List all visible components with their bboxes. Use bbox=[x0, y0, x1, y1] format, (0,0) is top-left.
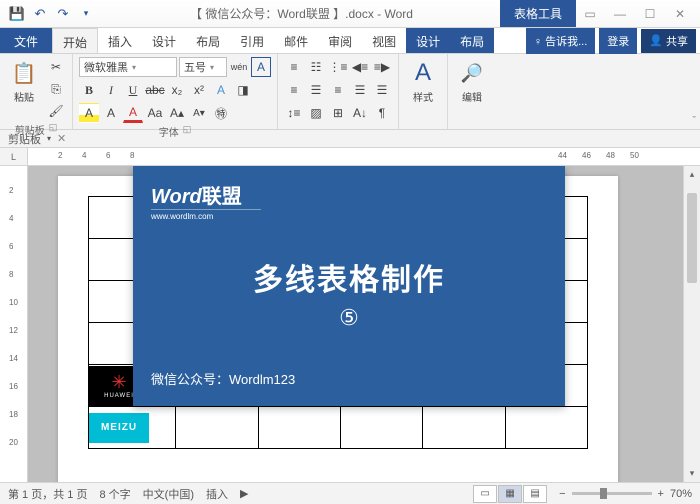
scroll-up-icon[interactable]: ▴ bbox=[684, 166, 700, 183]
styles-button[interactable]: A 样式 bbox=[405, 57, 441, 106]
status-page[interactable]: 第 1 页，共 1 页 bbox=[8, 486, 87, 502]
sort-icon[interactable]: A↓ bbox=[350, 103, 370, 123]
redo-icon[interactable]: ↷ bbox=[52, 3, 74, 25]
increase-indent-icon[interactable]: ≡▶ bbox=[372, 57, 392, 77]
subscript-button[interactable]: x₂ bbox=[167, 80, 187, 100]
copy-icon[interactable]: ⎘ bbox=[46, 79, 66, 99]
vertical-scrollbar[interactable]: ▴ ▾ bbox=[683, 166, 700, 482]
contextual-tab-label: 表格工具 bbox=[500, 0, 576, 27]
decrease-indent-icon[interactable]: ◀≡ bbox=[350, 57, 370, 77]
status-words[interactable]: 8 个字 bbox=[99, 486, 130, 502]
login-button[interactable]: 登录 bbox=[599, 28, 637, 54]
tab-insert[interactable]: 插入 bbox=[98, 28, 142, 53]
clipboard-icon: 📋 bbox=[10, 59, 38, 87]
status-macro-icon[interactable]: ▶ bbox=[240, 487, 248, 500]
align-right-icon[interactable]: ≡ bbox=[328, 80, 348, 100]
tab-design[interactable]: 设计 bbox=[142, 28, 186, 53]
undo-icon[interactable]: ↶ bbox=[29, 3, 51, 25]
borders-icon[interactable]: ⊞ bbox=[328, 103, 348, 123]
font-size-combo[interactable]: 五号▾ bbox=[179, 57, 227, 77]
horizontal-ruler[interactable]: 246 84446 4850 bbox=[28, 148, 700, 165]
vertical-ruler[interactable]: 246 81012 141618 20 bbox=[0, 166, 28, 482]
save-icon[interactable]: 💾 bbox=[6, 3, 28, 25]
meizu-logo: MEIZU bbox=[89, 413, 149, 443]
tell-me[interactable]: ♀ 告诉我... bbox=[526, 28, 595, 54]
clipboard-group-label: 剪贴板 bbox=[15, 122, 45, 137]
superscript-button[interactable]: x² bbox=[189, 80, 209, 100]
format-painter-icon[interactable]: 🖌 bbox=[46, 101, 66, 121]
highlight-icon[interactable]: A bbox=[79, 103, 99, 123]
overlay-title: 多线表格制作 bbox=[151, 255, 547, 299]
paste-button[interactable]: 📋 粘贴 bbox=[6, 57, 42, 106]
tab-table-layout[interactable]: 布局 bbox=[450, 28, 494, 53]
close-icon[interactable]: ✕ bbox=[666, 4, 694, 24]
zoom-level[interactable]: 70% bbox=[670, 488, 692, 500]
justify-icon[interactable]: ☰ bbox=[350, 80, 370, 100]
font-name-combo[interactable]: 微软雅黑▾ bbox=[79, 57, 177, 77]
zoom-in-icon[interactable]: + bbox=[658, 488, 664, 500]
styles-icon: A bbox=[409, 59, 437, 87]
tab-layout[interactable]: 布局 bbox=[186, 28, 230, 53]
tab-table-design[interactable]: 设计 bbox=[406, 28, 450, 53]
editing-button[interactable]: 🔎 编辑 bbox=[454, 57, 490, 106]
ribbon-options-icon[interactable]: ▭ bbox=[576, 4, 604, 24]
numbering-icon[interactable]: ☷ bbox=[306, 57, 326, 77]
shading-icon[interactable]: ▨ bbox=[306, 103, 326, 123]
multilevel-list-icon[interactable]: ⋮≡ bbox=[328, 57, 348, 77]
tab-review[interactable]: 审阅 bbox=[318, 28, 362, 53]
status-language[interactable]: 中文(中国) bbox=[143, 486, 194, 502]
zoom-slider[interactable] bbox=[572, 492, 652, 495]
bold-button[interactable]: B bbox=[79, 80, 99, 100]
align-center-icon[interactable]: ☰ bbox=[306, 80, 326, 100]
strikethrough-button[interactable]: abc bbox=[145, 80, 165, 100]
clipboard-launcher-icon[interactable]: ◱ bbox=[49, 122, 58, 137]
character-shading-icon[interactable]: A bbox=[101, 103, 121, 123]
tab-file[interactable]: 文件 bbox=[0, 28, 52, 53]
scroll-down-icon[interactable]: ▾ bbox=[684, 465, 700, 482]
clear-formatting-icon[interactable]: ◨ bbox=[233, 80, 253, 100]
tab-mailings[interactable]: 邮件 bbox=[274, 28, 318, 53]
maximize-icon[interactable]: ☐ bbox=[636, 4, 664, 24]
find-icon: 🔎 bbox=[458, 59, 486, 87]
scroll-thumb[interactable] bbox=[687, 193, 697, 283]
shrink-font-icon[interactable]: A▾ bbox=[189, 103, 209, 123]
tab-view[interactable]: 视图 bbox=[362, 28, 406, 53]
font-group-label: 字体 bbox=[159, 124, 179, 139]
line-spacing-icon[interactable]: ↕≡ bbox=[284, 103, 304, 123]
overlay-subtitle: 微信公众号：Wordlm123 bbox=[151, 369, 295, 388]
overlay-url: www.wordlm.com bbox=[151, 209, 261, 221]
qat-customize-icon[interactable]: ▾ bbox=[75, 3, 97, 25]
show-marks-icon[interactable]: ¶ bbox=[372, 103, 392, 123]
minimize-icon[interactable]: — bbox=[606, 4, 634, 24]
enclose-characters-icon[interactable]: ㊕ bbox=[211, 103, 231, 123]
zoom-out-icon[interactable]: − bbox=[559, 488, 565, 500]
window-title: 【 微信公众号：Word联盟 】.docx - Word bbox=[103, 5, 500, 22]
share-button[interactable]: 👤共享 bbox=[641, 29, 696, 53]
align-left-icon[interactable]: ≡ bbox=[284, 80, 304, 100]
tab-references[interactable]: 引用 bbox=[230, 28, 274, 53]
phonetic-guide-icon[interactable]: wén bbox=[229, 57, 249, 77]
italic-button[interactable]: I bbox=[101, 80, 121, 100]
font-color-icon[interactable]: A bbox=[123, 103, 143, 123]
collapse-ribbon-icon[interactable]: ˇ bbox=[692, 115, 696, 127]
overlay-number: ⑤ bbox=[151, 305, 547, 331]
share-icon: 👤 bbox=[649, 34, 663, 47]
character-border-icon[interactable]: A bbox=[251, 57, 271, 77]
tab-home[interactable]: 开始 bbox=[52, 28, 98, 53]
bullets-icon[interactable]: ≡ bbox=[284, 57, 304, 77]
distributed-icon[interactable]: ☰ bbox=[372, 80, 392, 100]
tutorial-overlay: Word联盟 www.wordlm.com 多线表格制作 ⑤ 微信公众号：Wor… bbox=[133, 166, 565, 406]
font-launcher-icon[interactable]: ◱ bbox=[183, 124, 192, 139]
change-case-icon[interactable]: Aa bbox=[145, 103, 165, 123]
grow-font-icon[interactable]: A▴ bbox=[167, 103, 187, 123]
ruler-corner: L bbox=[0, 148, 28, 165]
underline-button[interactable]: U bbox=[123, 80, 143, 100]
cut-icon[interactable]: ✂ bbox=[46, 57, 66, 77]
text-effects-icon[interactable]: A bbox=[211, 80, 231, 100]
status-insert[interactable]: 插入 bbox=[206, 486, 228, 502]
